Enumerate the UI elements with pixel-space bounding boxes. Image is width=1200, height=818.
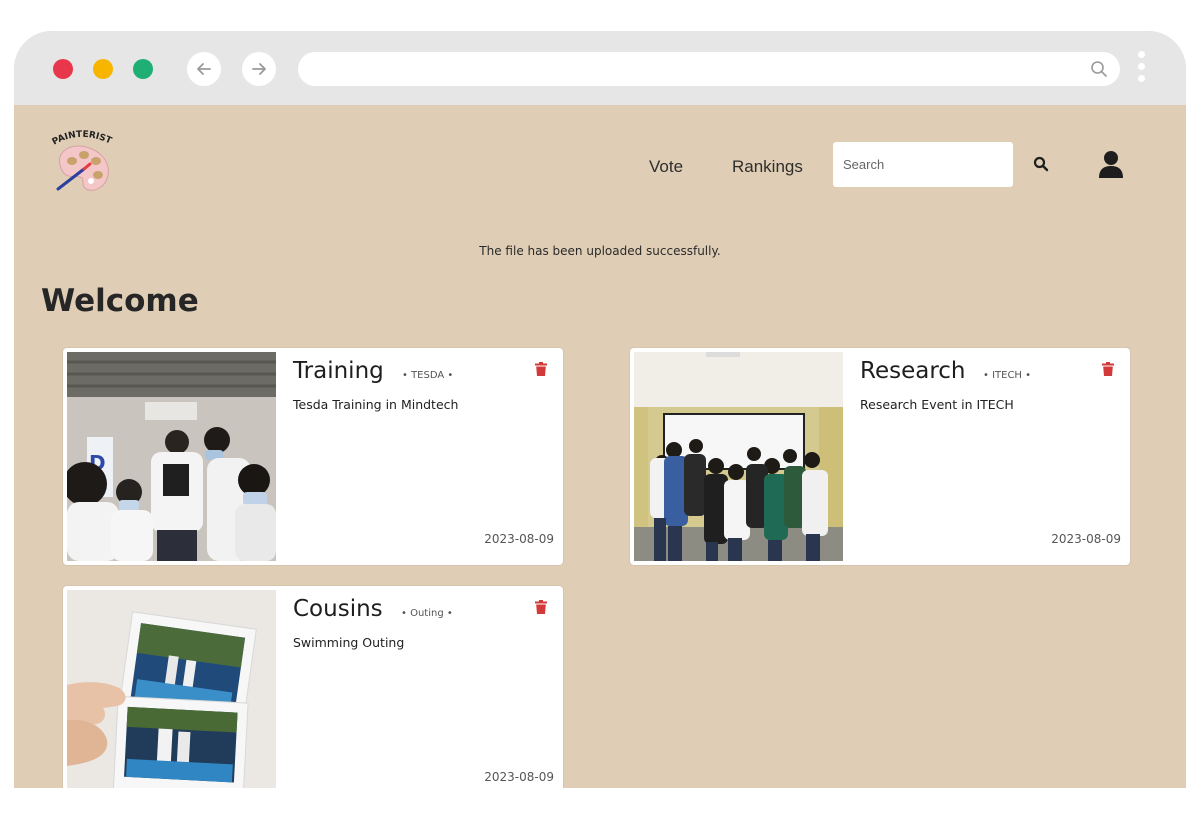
trash-icon[interactable] — [1102, 362, 1114, 376]
post-image[interactable] — [634, 352, 843, 561]
svg-text:PAINTERIST: PAINTERIST — [51, 130, 114, 148]
close-window-button[interactable] — [53, 59, 73, 79]
post-card[interactable]: Research • ITECH • Research Event in ITE… — [630, 348, 1130, 565]
address-bar[interactable] — [298, 52, 1120, 86]
user-icon[interactable] — [1098, 150, 1124, 178]
forward-button[interactable] — [242, 52, 276, 86]
post-category: • Outing • — [401, 608, 453, 619]
arrow-right-icon — [252, 63, 266, 75]
browser-menu-icon[interactable] — [1138, 51, 1146, 89]
post-title: Training — [293, 358, 384, 384]
flash-message: The file has been uploaded successfully. — [479, 244, 721, 258]
post-date: 2023-08-09 — [484, 532, 554, 546]
back-button[interactable] — [187, 52, 221, 86]
post-date: 2023-08-09 — [484, 770, 554, 784]
minimize-window-button[interactable] — [93, 59, 113, 79]
search-input[interactable] — [833, 142, 1013, 187]
maximize-window-button[interactable] — [133, 59, 153, 79]
post-title: Research — [860, 358, 966, 384]
post-category: • ITECH • — [983, 370, 1032, 381]
nav-rankings-link[interactable]: Rankings — [732, 157, 803, 177]
page-content: PAINTERIST Vote Rankings The file has be… — [14, 105, 1186, 788]
arrow-left-icon — [197, 63, 211, 75]
search-icon — [1091, 61, 1107, 77]
search-icon[interactable] — [1033, 156, 1049, 172]
brand-logo[interactable]: PAINTERIST — [50, 129, 126, 199]
post-description: Research Event in ITECH — [860, 397, 1014, 412]
post-image[interactable] — [67, 590, 276, 788]
post-card[interactable]: Cousins • Outing • Swimming Outing 2023-… — [63, 586, 563, 788]
browser-toolbar — [14, 31, 1186, 105]
nav-vote-link[interactable]: Vote — [649, 157, 683, 177]
post-date: 2023-08-09 — [1051, 532, 1121, 546]
post-title: Cousins — [293, 596, 383, 622]
post-category: • TESDA • — [402, 370, 454, 381]
trash-icon[interactable] — [535, 362, 547, 376]
post-description: Tesda Training in Mindtech — [293, 397, 459, 412]
post-description: Swimming Outing — [293, 635, 405, 650]
post-card[interactable]: D Training • TESDA • Tesda Training in M — [63, 348, 563, 565]
browser-window: PAINTERIST Vote Rankings The file has be… — [14, 31, 1186, 788]
trash-icon[interactable] — [535, 600, 547, 614]
post-image[interactable]: D — [67, 352, 276, 561]
page-title: Welcome — [41, 283, 199, 319]
